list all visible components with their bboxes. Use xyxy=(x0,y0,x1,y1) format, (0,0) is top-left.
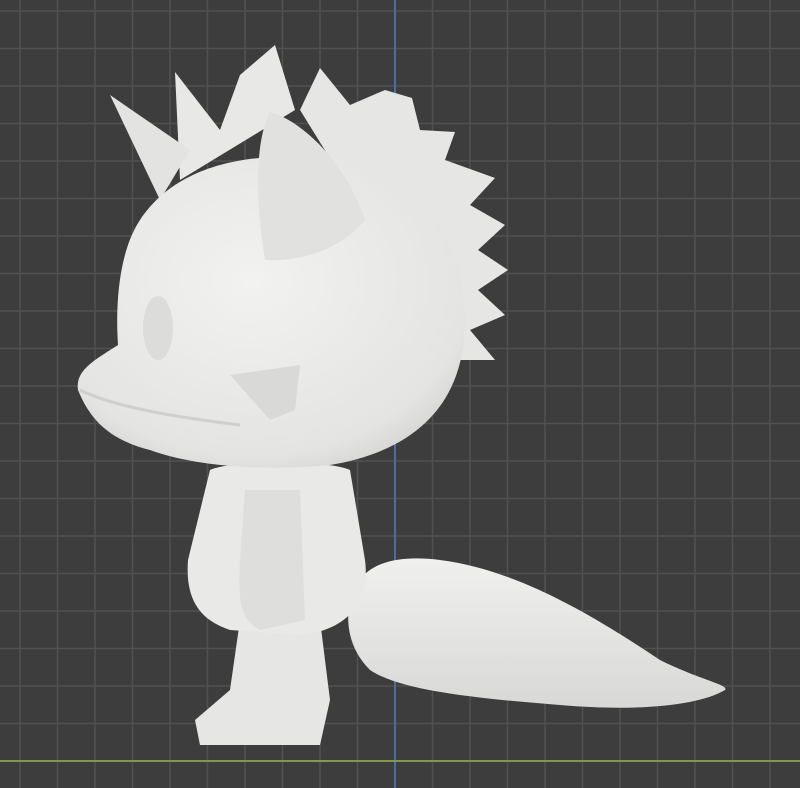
fox-character-model[interactable] xyxy=(0,0,800,788)
tail xyxy=(348,558,726,708)
eye xyxy=(143,296,173,360)
3d-viewport[interactable] xyxy=(0,0,800,788)
leg xyxy=(195,620,330,745)
